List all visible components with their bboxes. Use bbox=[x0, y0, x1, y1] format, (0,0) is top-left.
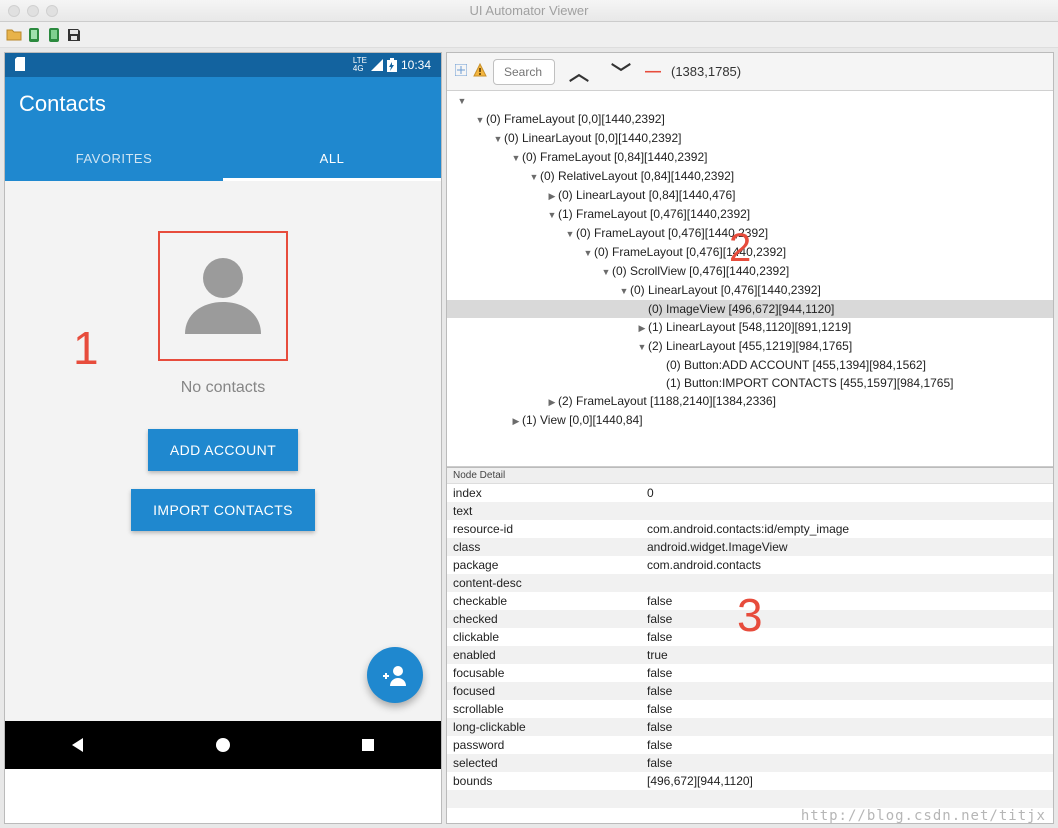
detail-row[interactable]: text bbox=[447, 502, 1053, 520]
tree-node[interactable]: ▼(0) LinearLayout [0,0][1440,2392] bbox=[447, 129, 1053, 148]
annotation-1: 1 bbox=[73, 321, 99, 375]
detail-row[interactable]: selectedfalse bbox=[447, 754, 1053, 772]
empty-message: No contacts bbox=[181, 379, 265, 397]
selection-highlight bbox=[158, 231, 288, 361]
tree-node[interactable]: ▶(0) LinearLayout [0,84][1440,476] bbox=[447, 186, 1053, 205]
tree-node[interactable]: ▼(1) FrameLayout [0,476][1440,2392] bbox=[447, 205, 1053, 224]
add-account-button[interactable]: ADD ACCOUNT bbox=[148, 429, 298, 471]
tree-node[interactable]: ▶(1) LinearLayout [548,1120][891,1219] bbox=[447, 318, 1053, 337]
detail-row[interactable]: resource-idcom.android.contacts:id/empty… bbox=[447, 520, 1053, 538]
detail-row[interactable]: packagecom.android.contacts bbox=[447, 556, 1053, 574]
toggle-naf-icon[interactable] bbox=[473, 63, 487, 80]
next-match-icon[interactable]: ﹀ bbox=[603, 57, 639, 86]
titlebar: UI Automator Viewer bbox=[0, 0, 1058, 22]
tree-node[interactable]: (0) ImageView [496,672][944,1120] bbox=[447, 300, 1053, 318]
minimize-window[interactable] bbox=[27, 5, 39, 17]
detail-row[interactable]: passwordfalse bbox=[447, 736, 1053, 754]
tab-favorites[interactable]: FAVORITES bbox=[5, 137, 223, 181]
tree-node[interactable]: (1) Button:IMPORT CONTACTS [455,1597][98… bbox=[447, 374, 1053, 392]
tree-node[interactable]: ▼(0) FrameLayout [0,0][1440,2392] bbox=[447, 110, 1053, 129]
battery-icon bbox=[387, 58, 397, 72]
annotation-3: 3 bbox=[737, 588, 763, 642]
detail-row[interactable]: focusablefalse bbox=[447, 664, 1053, 682]
expand-all-icon[interactable] bbox=[455, 64, 467, 79]
node-detail-table[interactable]: index0textresource-idcom.android.contact… bbox=[447, 484, 1053, 823]
detail-row[interactable]: classandroid.widget.ImageView bbox=[447, 538, 1053, 556]
tree-node[interactable]: ▼(0) RelativeLayout [0,84][1440,2392] bbox=[447, 167, 1053, 186]
detail-row[interactable]: scrollablefalse bbox=[447, 700, 1053, 718]
tree-toolbar: ︿ ﹀ — (1383,1785) bbox=[447, 53, 1053, 91]
tree-node[interactable]: ▼(0) LinearLayout [0,476][1440,2392] bbox=[447, 281, 1053, 300]
status-time: 10:34 bbox=[401, 58, 431, 72]
node-detail-panel: Node Detail index0textresource-idcom.and… bbox=[447, 467, 1053, 823]
app-toolbar bbox=[0, 22, 1058, 48]
close-window[interactable] bbox=[8, 5, 20, 17]
open-icon[interactable] bbox=[6, 27, 22, 43]
recents-icon[interactable] bbox=[359, 736, 377, 754]
app-header: Contacts FAVORITES ALL bbox=[5, 77, 441, 181]
signal-icon bbox=[371, 59, 383, 71]
phone-body: No contacts ADD ACCOUNT IMPORT CONTACTS … bbox=[5, 181, 441, 721]
status-bar: LTE4G 10:34 bbox=[5, 53, 441, 77]
import-contacts-button[interactable]: IMPORT CONTACTS bbox=[131, 489, 315, 531]
person-icon bbox=[173, 246, 273, 346]
watermark: http://blog.csdn.net/titjx bbox=[801, 808, 1046, 824]
detail-row[interactable]: enabledtrue bbox=[447, 646, 1053, 664]
tree-node[interactable]: ▼(0) FrameLayout [0,84][1440,2392] bbox=[447, 148, 1053, 167]
nav-bar bbox=[5, 721, 441, 769]
right-panel: ︿ ﹀ — (1383,1785) 2 ▼▼(0) FrameLayout [0… bbox=[446, 52, 1054, 824]
back-icon[interactable] bbox=[69, 736, 87, 754]
tree-node[interactable]: ▼(2) LinearLayout [455,1219][984,1765] bbox=[447, 337, 1053, 356]
detail-row[interactable]: focusedfalse bbox=[447, 682, 1053, 700]
tree-node[interactable]: ▼ bbox=[447, 91, 1053, 110]
tree-node[interactable]: ▶(2) FrameLayout [1188,2140][1384,2336] bbox=[447, 392, 1053, 411]
lte-indicator: LTE4G bbox=[353, 57, 367, 73]
cursor-coord: (1383,1785) bbox=[671, 64, 741, 79]
tree-node[interactable]: ▶(1) View [0,0][1440,84] bbox=[447, 411, 1053, 430]
clear-icon[interactable]: — bbox=[645, 63, 661, 81]
prev-match-icon[interactable]: ︿ bbox=[561, 57, 597, 86]
detail-row[interactable]: bounds[496,672][944,1120] bbox=[447, 772, 1053, 790]
save-icon[interactable] bbox=[66, 27, 82, 43]
detail-row[interactable]: index0 bbox=[447, 484, 1053, 502]
zoom-window[interactable] bbox=[46, 5, 58, 17]
search-input[interactable] bbox=[493, 59, 555, 85]
node-detail-header: Node Detail bbox=[447, 468, 1053, 484]
sd-card-icon bbox=[15, 57, 27, 74]
annotation-2: 2 bbox=[729, 239, 751, 257]
window-controls bbox=[8, 5, 58, 17]
tree-node[interactable]: (0) Button:ADD ACCOUNT [455,1394][984,15… bbox=[447, 356, 1053, 374]
home-icon[interactable] bbox=[214, 736, 232, 754]
hierarchy-tree[interactable]: 2 ▼▼(0) FrameLayout [0,0][1440,2392]▼(0)… bbox=[447, 91, 1053, 467]
detail-row[interactable]: long-clickablefalse bbox=[447, 718, 1053, 736]
device-screenshot-uix-icon[interactable] bbox=[46, 27, 62, 43]
device-screenshot-icon[interactable] bbox=[26, 27, 42, 43]
app-title: Contacts bbox=[5, 77, 441, 137]
device-preview: LTE4G 10:34 Contacts FAVORITES ALL No co… bbox=[4, 52, 442, 824]
add-contact-fab[interactable] bbox=[367, 647, 423, 703]
window-title: UI Automator Viewer bbox=[470, 3, 589, 18]
tab-all[interactable]: ALL bbox=[223, 137, 441, 181]
